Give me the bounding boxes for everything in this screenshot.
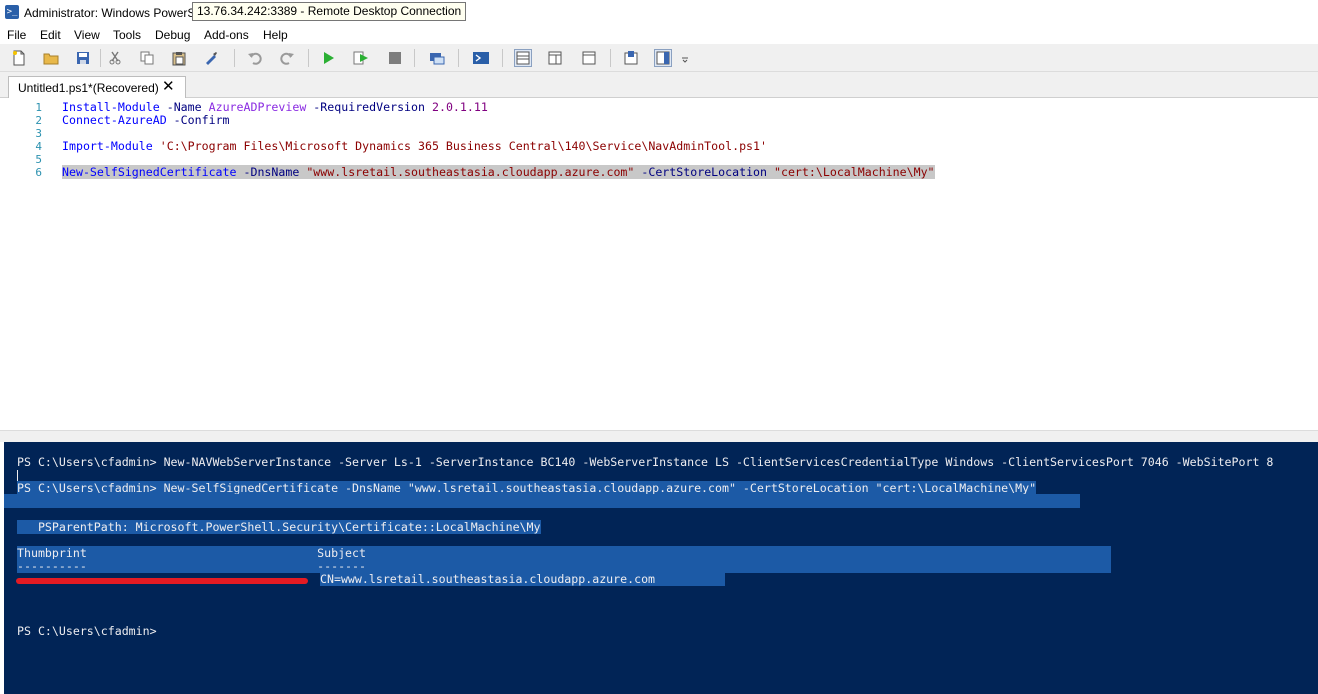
save-icon[interactable] — [74, 49, 92, 67]
menu-debug[interactable]: Debug — [155, 28, 190, 42]
undo-icon[interactable] — [246, 49, 264, 67]
parameter-token: -RequiredVersion — [306, 100, 425, 114]
argument-token: AzureADPreview — [201, 100, 307, 114]
console-table-header: Thumbprint Subject — [17, 546, 1111, 560]
string-token: "cert:\LocalMachine\My" — [767, 165, 935, 179]
script-tab-strip: Untitled1.ps1*(Recovered) ✕ — [0, 72, 1318, 99]
toolbar-overflow-icon[interactable] — [680, 49, 690, 67]
parameter-token: -Name — [159, 100, 202, 114]
command-pane-icon[interactable] — [654, 49, 672, 67]
code-line-6: New-SelfSignedCertificate -DnsName "www.… — [62, 165, 935, 179]
line-number: 5 — [35, 153, 42, 166]
console-line: PSParentPath: Microsoft.PowerShell.Secur… — [17, 520, 541, 534]
redacted-thumbprint — [16, 578, 308, 584]
toolbar-separator — [458, 49, 459, 67]
console-prompt: PS C:\Users\cfadmin> — [17, 624, 157, 638]
toolbar-separator — [502, 49, 503, 67]
stop-icon[interactable] — [386, 49, 404, 67]
menu-file[interactable]: File — [7, 28, 26, 42]
layout-right-icon[interactable] — [546, 49, 564, 67]
line-number: 6 — [35, 166, 42, 179]
open-folder-icon[interactable] — [42, 49, 60, 67]
parameter-token: -DnsName — [236, 165, 300, 179]
code-line-2: Connect-AzureAD -Confirm — [62, 114, 230, 127]
clear-icon[interactable] — [202, 49, 220, 67]
string-token: 'C:\Program Files\Microsoft Dynamics 365… — [152, 139, 767, 153]
cmdlet-token: Import-Module — [62, 139, 153, 153]
script-editor[interactable]: 1 2 3 4 5 6 Install-Module -Name AzureAD… — [0, 98, 1318, 430]
number-token: 2.0.1.11 — [425, 100, 488, 114]
tab-untitled1[interactable]: Untitled1.ps1*(Recovered) ✕ — [8, 76, 186, 99]
snippets-icon[interactable] — [622, 49, 640, 67]
console-subject-value: CN=www.lsretail.southeastasia.cloudapp.a… — [320, 572, 725, 586]
redo-icon[interactable] — [278, 49, 296, 67]
line-number: 3 — [35, 127, 42, 140]
close-icon[interactable]: ✕ — [162, 79, 175, 94]
paste-icon[interactable] — [170, 49, 188, 67]
console-line: PS C:\Users\cfadmin> New-SelfSignedCerti… — [17, 481, 1037, 495]
menu-addons[interactable]: Add-ons — [204, 28, 249, 42]
menu-tools[interactable]: Tools — [113, 28, 141, 42]
toolbar — [0, 44, 1318, 72]
line-number: 1 — [35, 101, 42, 114]
title-bar: >_ Administrator: Windows PowerS 13.76.3… — [0, 0, 1318, 28]
parameter-token: -Confirm — [166, 113, 230, 127]
run-icon[interactable] — [320, 49, 338, 67]
menu-view[interactable]: View — [74, 28, 100, 42]
copy-icon[interactable] — [138, 49, 156, 67]
new-file-icon[interactable] — [10, 49, 28, 67]
cmdlet-token: Connect-AzureAD — [62, 113, 167, 127]
menu-bar: File Edit View Tools Debug Add-ons Help — [0, 28, 1318, 44]
powershell-console-icon[interactable] — [472, 49, 490, 67]
toolbar-separator — [610, 49, 611, 67]
menu-edit[interactable]: Edit — [40, 28, 61, 42]
pane-splitter[interactable] — [0, 430, 1318, 442]
run-selection-icon[interactable] — [352, 49, 370, 67]
layout-top-icon[interactable] — [514, 49, 532, 67]
toolbar-separator — [234, 49, 235, 67]
line-number: 2 — [35, 114, 42, 127]
cmdlet-token: Install-Module — [62, 100, 160, 114]
cmdlet-token: New-SelfSignedCertificate — [62, 165, 237, 179]
menu-help[interactable]: Help — [263, 28, 288, 42]
string-token: "www.lsretail.southeastasia.cloudapp.azu… — [299, 165, 635, 179]
tab-label: Untitled1.ps1*(Recovered) — [18, 81, 159, 95]
toolbar-separator — [414, 49, 415, 67]
toolbar-separator — [308, 49, 309, 67]
rdp-tooltip: 13.76.34.242:3389 - Remote Desktop Conne… — [192, 2, 467, 21]
layout-max-icon[interactable] — [580, 49, 598, 67]
remote-session-icon[interactable] — [428, 49, 446, 67]
console-selection-band — [4, 494, 1080, 508]
cut-icon[interactable] — [106, 49, 124, 67]
powershell-app-icon: >_ — [5, 5, 19, 19]
toolbar-separator — [100, 49, 101, 67]
line-number: 4 — [35, 140, 42, 153]
console-table-dashes: ---------- ------- — [17, 559, 1111, 573]
console-pane[interactable]: PS C:\Users\cfadmin> New-NAVWebServerIns… — [4, 442, 1318, 694]
console-line: PS C:\Users\cfadmin> New-NAVWebServerIns… — [17, 455, 1274, 469]
window-title: Administrator: Windows PowerS — [24, 6, 196, 20]
code-line-4: Import-Module 'C:\Program Files\Microsof… — [62, 140, 767, 153]
parameter-token: -CertStoreLocation — [634, 165, 768, 179]
